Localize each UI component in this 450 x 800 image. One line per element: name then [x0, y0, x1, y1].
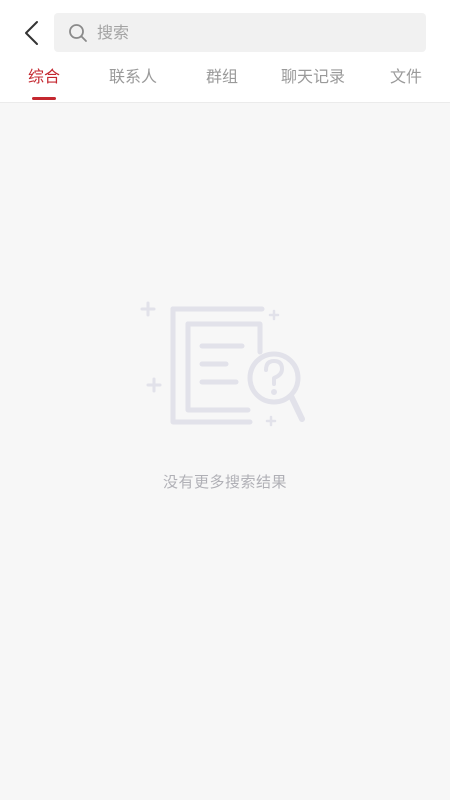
empty-state: 没有更多搜索结果 — [0, 290, 450, 492]
tab-overview[interactable]: 综合 — [28, 64, 60, 94]
top-bar: 综合 联系人 群组 聊天记录 文件 — [0, 0, 450, 103]
search-icon — [68, 23, 88, 43]
search-input[interactable] — [97, 17, 397, 48]
tab-groups[interactable]: 群组 — [206, 64, 238, 94]
tab-files[interactable]: 文件 — [390, 64, 422, 94]
empty-state-message: 没有更多搜索结果 — [162, 473, 287, 491]
back-button[interactable] — [14, 14, 50, 52]
active-tab-indicator — [32, 97, 56, 100]
search-bar[interactable] — [54, 13, 426, 52]
tab-contacts[interactable]: 联系人 — [109, 64, 157, 94]
document-search-icon — [140, 301, 305, 427]
chevron-left-icon — [25, 21, 38, 45]
tab-chat-history[interactable]: 聊天记录 — [281, 64, 345, 94]
tab-bar: 综合 联系人 群组 聊天记录 文件 — [0, 56, 450, 102]
